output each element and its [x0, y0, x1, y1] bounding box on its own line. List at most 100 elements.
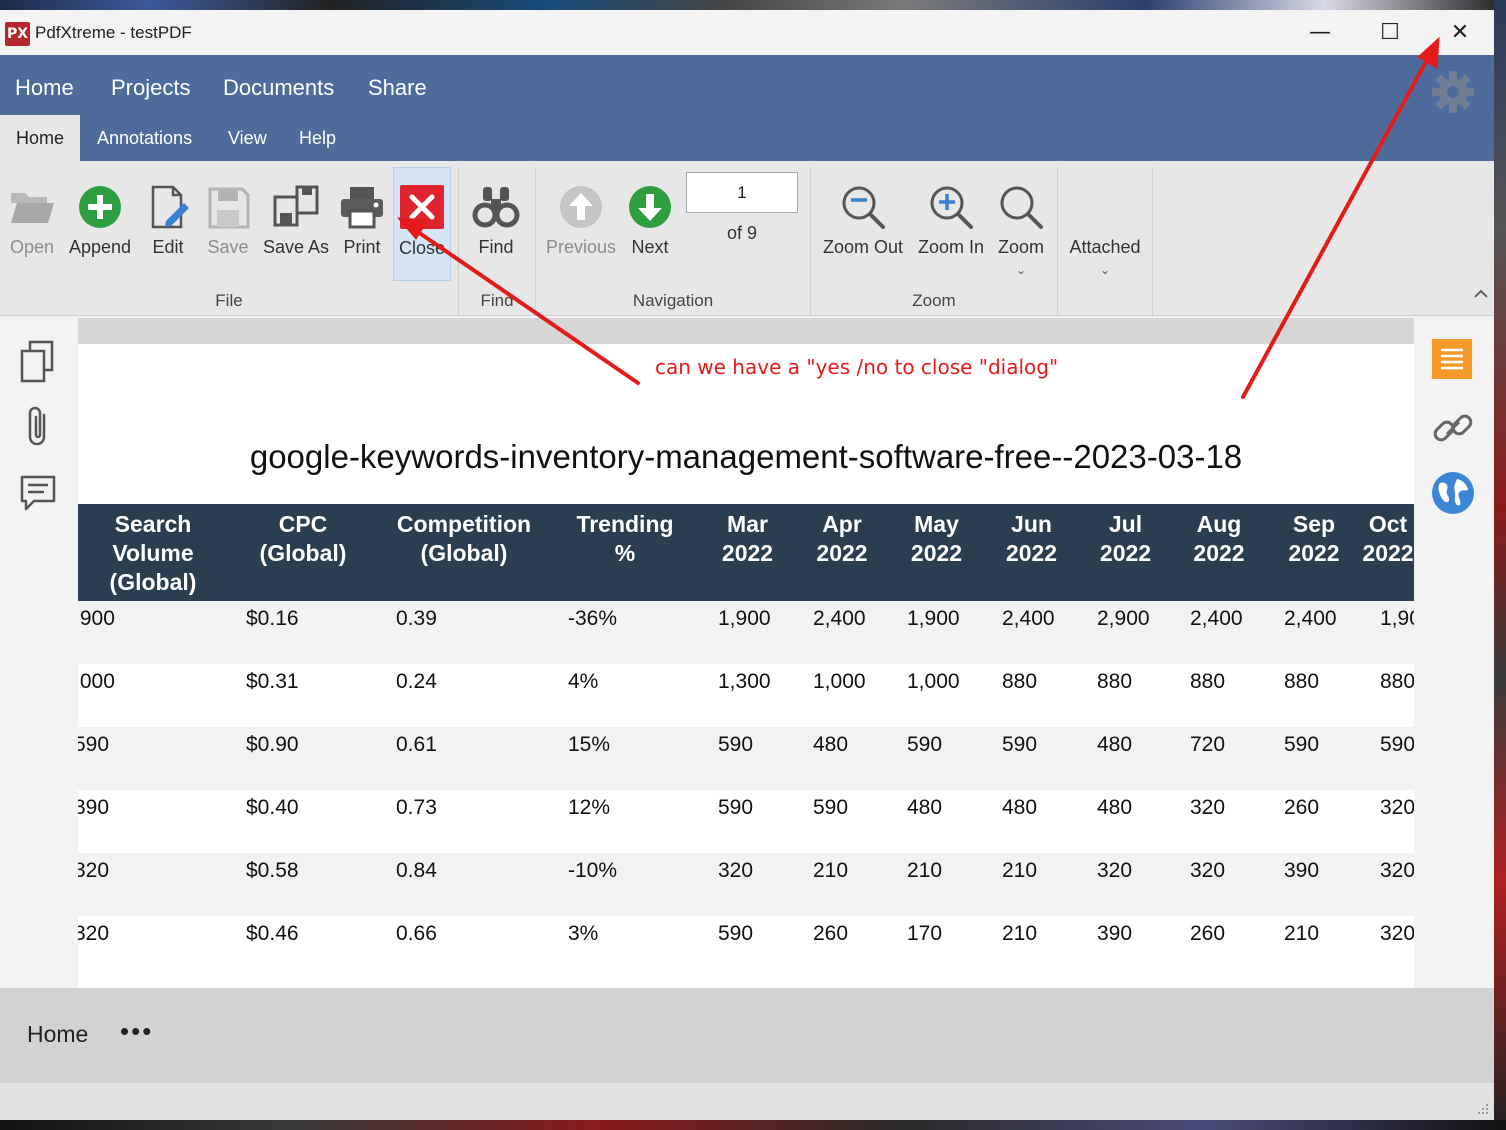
desktop-background-right [1494, 0, 1506, 1130]
table-cell: 210 [795, 853, 889, 916]
table-cell: 880 [984, 664, 1079, 727]
table-cell: 1,900 [700, 601, 795, 664]
arrow-up-circle-icon [560, 186, 602, 228]
close-document-button[interactable]: Close [393, 167, 451, 281]
find-button[interactable]: Find [468, 171, 524, 281]
table-row: ,000 $0.31 0.24 4% 1,300 1,000 1,000 880 880 880 8… [78, 664, 1414, 727]
page-number-input[interactable] [686, 172, 798, 213]
tab-annotations[interactable]: Annotations [97, 115, 192, 161]
table-cell: 1,900 [1362, 601, 1414, 664]
zoom-out-icon [842, 186, 885, 229]
table-row: ,900 $0.16 0.39 -36% 1,900 2,400 1,900 2,400 2,9… [78, 601, 1414, 664]
bottom-home-button[interactable]: Home [27, 1021, 88, 1048]
outline-list-icon[interactable] [1432, 339, 1472, 379]
column-header: May 2022 [889, 504, 984, 601]
append-button[interactable]: Append [64, 171, 136, 281]
table-cell: 2,400 [1266, 601, 1362, 664]
table-cell: 210 [1266, 916, 1362, 979]
open-button[interactable]: Open [4, 171, 60, 281]
table-cell: 2,400 [984, 601, 1079, 664]
table-cell: 210 [889, 853, 984, 916]
link-icon[interactable] [1430, 405, 1476, 451]
resize-grip-icon[interactable] [1472, 1102, 1490, 1118]
comment-icon[interactable] [18, 471, 58, 517]
table-cell: 1,000 [889, 664, 984, 727]
table-cell: 320 [78, 916, 228, 979]
group-label-find: Find [480, 291, 514, 310]
previous-page-button[interactable]: Previous [543, 171, 619, 281]
tab-view[interactable]: View [228, 115, 267, 161]
table-cell: 320 [1079, 853, 1172, 916]
attached-dropdown-button[interactable]: Attached ⌄ [1064, 171, 1146, 281]
table-cell: $0.58 [228, 853, 378, 916]
close-window-button[interactable]: ✕ [1425, 10, 1495, 55]
page-total: of 9 [726, 223, 758, 243]
menu-projects[interactable]: Projects [111, 75, 190, 101]
table-cell: 590 [889, 727, 984, 790]
column-header: Apr 2022 [795, 504, 889, 601]
table-cell: 260 [795, 916, 889, 979]
globe-icon[interactable] [1431, 471, 1475, 515]
table-cell: 480 [889, 790, 984, 853]
menu-documents[interactable]: Documents [223, 75, 334, 101]
document-view[interactable]: google-keywords-inventory-management-sof… [78, 318, 1414, 988]
maximize-button[interactable]: ☐ [1355, 10, 1425, 55]
table-cell: 320 [1172, 853, 1266, 916]
table-cell: 320 [700, 853, 795, 916]
paperclip-icon[interactable] [18, 403, 58, 449]
keywords-table: Search Volume (Global) CPC (Global) Compet… [78, 504, 1414, 979]
column-header: Sep 2022 [1266, 504, 1362, 601]
pages-copy-icon[interactable] [18, 339, 58, 385]
table-cell: 590 [795, 790, 889, 853]
table-cell: 320 [1172, 790, 1266, 853]
group-label-navigation: Navigation [632, 291, 714, 310]
ribbon-toolbar: Open Append Edit Save Save As Print Clos… [0, 161, 1494, 316]
next-page-button[interactable]: Next [624, 171, 676, 281]
zoom-dropdown-button[interactable]: Zoom ⌄ [992, 171, 1050, 281]
table-cell: 1,300 [700, 664, 795, 727]
close-label: Close [398, 238, 446, 258]
print-label: Print [343, 237, 381, 257]
table-cell: 0.61 [378, 727, 550, 790]
zoom-out-label: Zoom Out [822, 237, 904, 257]
zoom-in-button[interactable]: Zoom In [912, 171, 990, 281]
table-cell: ,000 [78, 664, 228, 727]
column-header: Jun 2022 [984, 504, 1079, 601]
column-header: Competition (Global) [378, 504, 550, 601]
group-label-file: File [215, 291, 243, 310]
table-cell: 880 [1079, 664, 1172, 727]
table-cell: 390 [78, 790, 228, 853]
chevron-up-icon[interactable] [1472, 287, 1490, 301]
print-button[interactable]: Print [336, 171, 388, 281]
previous-label: Previous [545, 237, 617, 257]
table-cell: 590 [78, 727, 228, 790]
save-button[interactable]: Save [202, 171, 254, 281]
table-cell: 880 [1266, 664, 1362, 727]
status-bar [0, 1083, 1494, 1120]
menu-share[interactable]: Share [368, 75, 427, 101]
table-cell: 320 [1362, 790, 1414, 853]
gear-icon[interactable] [1430, 69, 1476, 115]
table-cell: 590 [984, 727, 1079, 790]
tab-home[interactable]: Home [0, 115, 80, 161]
left-sidebar [0, 317, 78, 987]
save-as-button[interactable]: Save As [260, 171, 332, 281]
tab-help[interactable]: Help [299, 115, 336, 161]
plus-circle-icon [79, 186, 121, 228]
table-cell: 12% [550, 790, 700, 853]
table-cell: 3% [550, 916, 700, 979]
more-options-button[interactable]: ••• [120, 1016, 153, 1047]
title-bar: PX PdfXtreme - testPDF — ☐ ✕ [0, 10, 1494, 55]
table-cell: 480 [1079, 727, 1172, 790]
magnifier-icon [1000, 186, 1043, 229]
table-cell: 0.73 [378, 790, 550, 853]
menu-home[interactable]: Home [15, 75, 74, 101]
table-cell: 590 [1362, 727, 1414, 790]
edit-button[interactable]: Edit [142, 171, 194, 281]
save-disk-icon [208, 187, 250, 229]
minimize-button[interactable]: — [1285, 10, 1355, 55]
save-as-label: Save As [262, 237, 330, 257]
table-row: 320 $0.58 0.84 -10% 320 210 210 210 320 320 390 320 [78, 853, 1414, 916]
table-cell: $0.90 [228, 727, 378, 790]
zoom-out-button[interactable]: Zoom Out [818, 171, 908, 281]
